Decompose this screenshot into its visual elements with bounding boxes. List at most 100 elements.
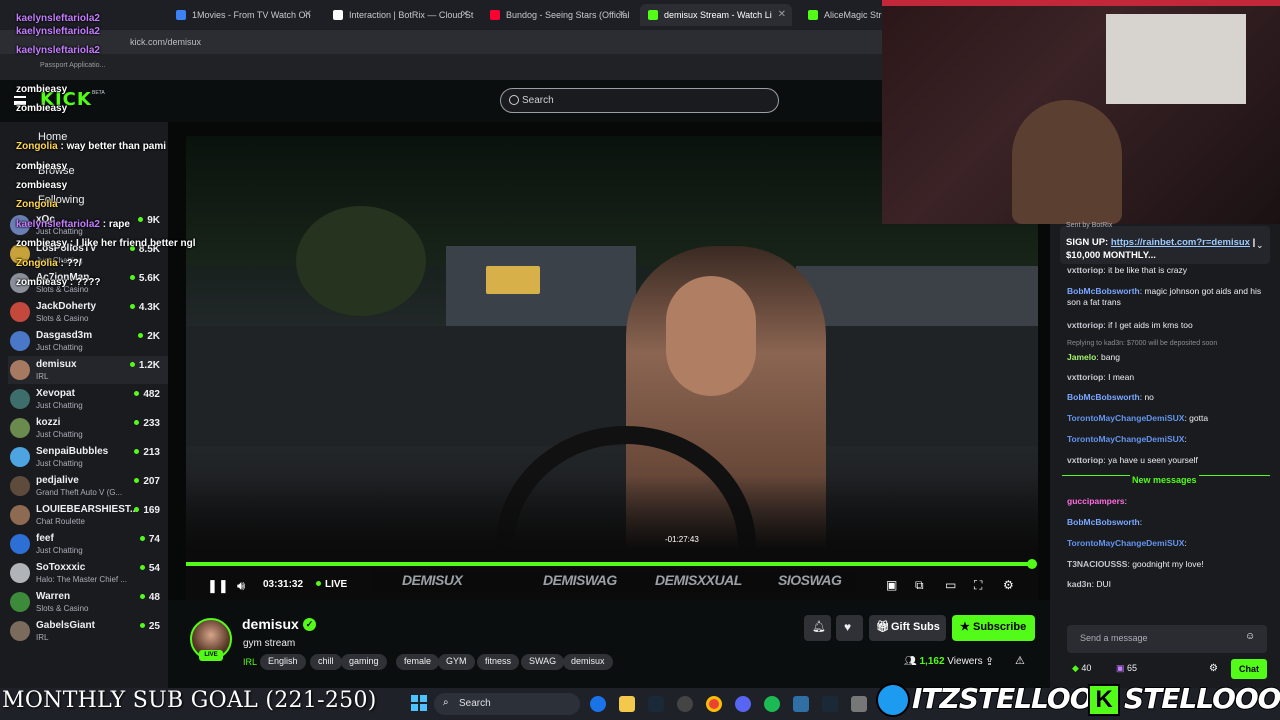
misc-app-icon[interactable]	[851, 696, 867, 712]
close-tab-icon[interactable]: ✕	[618, 9, 626, 20]
chat-message[interactable]: vxttoriop: if I get aids im kms too	[1067, 320, 1273, 331]
chat-username[interactable]: guccipampers	[1067, 496, 1125, 506]
emoji-icon[interactable]: ☺	[1245, 631, 1255, 642]
sidebar-channel[interactable]: SoToxxxic Halo: The Master Chief ... 54	[8, 559, 168, 587]
sidebar-channel[interactable]: GabelsGiant IRL 25	[8, 617, 168, 645]
chat-username[interactable]: Jamelo	[1067, 352, 1096, 362]
windows-start-icon[interactable]	[411, 695, 427, 711]
chat-message[interactable]: TorontoMayChangeDemiSUX:	[1067, 538, 1273, 549]
progress-knob[interactable]	[1027, 559, 1037, 569]
stream-tag[interactable]: SWAG	[521, 654, 565, 670]
app-icon[interactable]	[793, 696, 809, 712]
chat-message[interactable]: guccipampers:	[1067, 496, 1273, 507]
browser-tab[interactable]: AliceMagic Strea	[800, 4, 882, 26]
progress-fill[interactable]	[186, 562, 1032, 566]
file-explorer-icon[interactable]	[619, 696, 635, 712]
channel-avatar	[10, 302, 30, 322]
chat-username[interactable]: kad3n	[1067, 579, 1092, 589]
chat-username[interactable]: vxttoriop	[1067, 265, 1103, 275]
channel-viewers: 25	[140, 621, 160, 632]
spotify-icon[interactable]	[764, 696, 780, 712]
sidebar-channel[interactable]: SenpaiBubbles Just Chatting 213	[8, 443, 168, 471]
stream-category[interactable]: IRL	[243, 657, 257, 667]
overlay-chat-message: Zongolia : ??/	[16, 258, 82, 269]
gift-subs-button[interactable]: 🎁︎ Gift Subs	[869, 615, 946, 641]
chat-username[interactable]: BobMcBobsworth	[1067, 286, 1140, 296]
chat-send-button[interactable]: Chat	[1231, 659, 1267, 679]
chat-message[interactable]: Replying to kad3n: $7000 will be deposit…	[1067, 340, 1273, 363]
chat-message[interactable]: T3NACIOUSSS: goodnight my love!	[1067, 559, 1273, 570]
chat-message[interactable]: BobMcBobsworth: no	[1067, 392, 1273, 403]
chat-username[interactable]: vxttoriop	[1067, 372, 1103, 382]
chat-username[interactable]: BobMcBobsworth	[1067, 517, 1140, 527]
sidebar-channel[interactable]: demisux IRL 1.2K	[8, 356, 168, 384]
chat-username[interactable]: vxttoriop	[1067, 320, 1103, 330]
chat-message[interactable]: TorontoMayChangeDemiSUX:	[1067, 434, 1273, 445]
sidebar-channel[interactable]: Dasgasd3m Just Chatting 2K	[8, 327, 168, 355]
volume-icon[interactable]: 🔊︎	[237, 578, 245, 594]
streamer-name[interactable]: demisux	[242, 616, 299, 632]
edge-icon[interactable]	[590, 696, 606, 712]
sidebar-channel[interactable]: Warren Slots & Casino 48	[8, 588, 168, 616]
discord-icon[interactable]	[735, 696, 751, 712]
stream-tag[interactable]: fitness	[477, 654, 520, 670]
chat-message[interactable]: vxttoriop: ya have u seen yourself	[1067, 455, 1273, 466]
close-tab-icon[interactable]: ✕	[304, 9, 312, 20]
obs-icon[interactable]	[677, 696, 693, 712]
live-indicator[interactable]: LIVE	[316, 579, 347, 590]
chat-message[interactable]: kad3n: DUI	[1067, 579, 1273, 590]
stream-tag[interactable]: GYM	[438, 654, 475, 670]
chat-username[interactable]: T3NACIOUSSS	[1067, 559, 1127, 569]
settings-gear-icon[interactable]: ⚙	[1003, 578, 1014, 592]
steam-icon[interactable]	[648, 696, 664, 712]
points-a[interactable]: ◆ 40	[1072, 663, 1091, 674]
stream-tag[interactable]: female	[396, 654, 440, 670]
chat-message[interactable]: BobMcBobsworth: magic johnson got aids a…	[1067, 286, 1273, 308]
follow-heart-button[interactable]: ♥	[836, 615, 863, 641]
report-icon[interactable]: ⚠	[1015, 654, 1025, 667]
close-tab-icon[interactable]: ✕	[778, 9, 786, 20]
miniplayer-icon[interactable]: ▣	[886, 578, 897, 592]
stream-tag[interactable]: demisux	[563, 654, 613, 670]
sidebar-channel[interactable]: JackDoherty Slots & Casino 4.3K	[8, 298, 168, 326]
pinned-link[interactable]: https://rainbet.com?r=demisux	[1111, 237, 1250, 248]
sidebar-channel[interactable]: LOUIEBEARSHIEST... Chat Roulette 169	[8, 501, 168, 529]
fullscreen-icon[interactable]: ⛶	[974, 578, 982, 593]
sidebar-channel[interactable]: Xevopat Just Chatting 482	[8, 385, 168, 413]
chat-username[interactable]: BobMcBobsworth	[1067, 392, 1140, 402]
chat-message[interactable]: TorontoMayChangeDemiSUX: gotta	[1067, 413, 1273, 424]
points-b[interactable]: ▣ 65	[1116, 663, 1137, 674]
new-messages-label[interactable]: New messages	[1130, 475, 1199, 485]
bookmark-item[interactable]: Passport Applicatio...	[40, 62, 105, 69]
chevron-down-icon[interactable]: ⌄	[1256, 240, 1264, 251]
taskbar-search[interactable]	[434, 693, 580, 715]
chat-username[interactable]: TorontoMayChangeDemiSUX	[1067, 538, 1184, 548]
chat-message[interactable]: vxttoriop: I mean	[1067, 372, 1273, 383]
share-icon[interactable]: ⇪	[985, 655, 994, 668]
sidebar-channel[interactable]: kozzi Just Chatting 233	[8, 414, 168, 442]
subscribe-button[interactable]: ★ Subscribe	[952, 615, 1035, 641]
browser-tab[interactable]: demisux Stream - Watch Li ✕	[640, 4, 792, 26]
sidebar-channel[interactable]: feef Just Chatting 74	[8, 530, 168, 558]
chat-username[interactable]: TorontoMayChangeDemiSUX	[1067, 413, 1184, 423]
notification-bell-button[interactable]: 🔔︎	[804, 615, 831, 641]
chrome-icon[interactable]	[706, 696, 722, 712]
pause-icon[interactable]: ❚❚	[207, 578, 229, 594]
browser-tab[interactable]: 1Movies - From TV Watch On ✕	[168, 4, 318, 26]
stream-tag[interactable]: chill	[310, 654, 342, 670]
stream-tag[interactable]: English	[260, 654, 306, 670]
chat-message[interactable]: BobMcBobsworth:	[1067, 517, 1273, 528]
chat-settings-gear-icon[interactable]: ⚙	[1209, 663, 1218, 674]
clip-icon[interactable]: ⧉	[915, 578, 924, 593]
steam-secondary-icon[interactable]	[822, 696, 838, 712]
theater-mode-icon[interactable]: ▭	[945, 578, 956, 592]
chat-message[interactable]: vxttoriop: it be like that is crazy	[1067, 265, 1273, 276]
sidebar-channel[interactable]: pedjalive Grand Theft Auto V (G... 207	[8, 472, 168, 500]
chat-username[interactable]: TorontoMayChangeDemiSUX	[1067, 434, 1184, 444]
close-tab-icon[interactable]: ✕	[461, 9, 469, 20]
stream-tag[interactable]: gaming	[341, 654, 387, 670]
chat-username[interactable]: vxttoriop	[1067, 455, 1103, 465]
url-text[interactable]: kick.com/demisux	[130, 37, 201, 47]
browser-tab[interactable]: Bundog - Seeing Stars (Official ✕	[482, 4, 632, 26]
browser-tab[interactable]: Interaction | BotRix — Cloud St ✕	[325, 4, 475, 26]
